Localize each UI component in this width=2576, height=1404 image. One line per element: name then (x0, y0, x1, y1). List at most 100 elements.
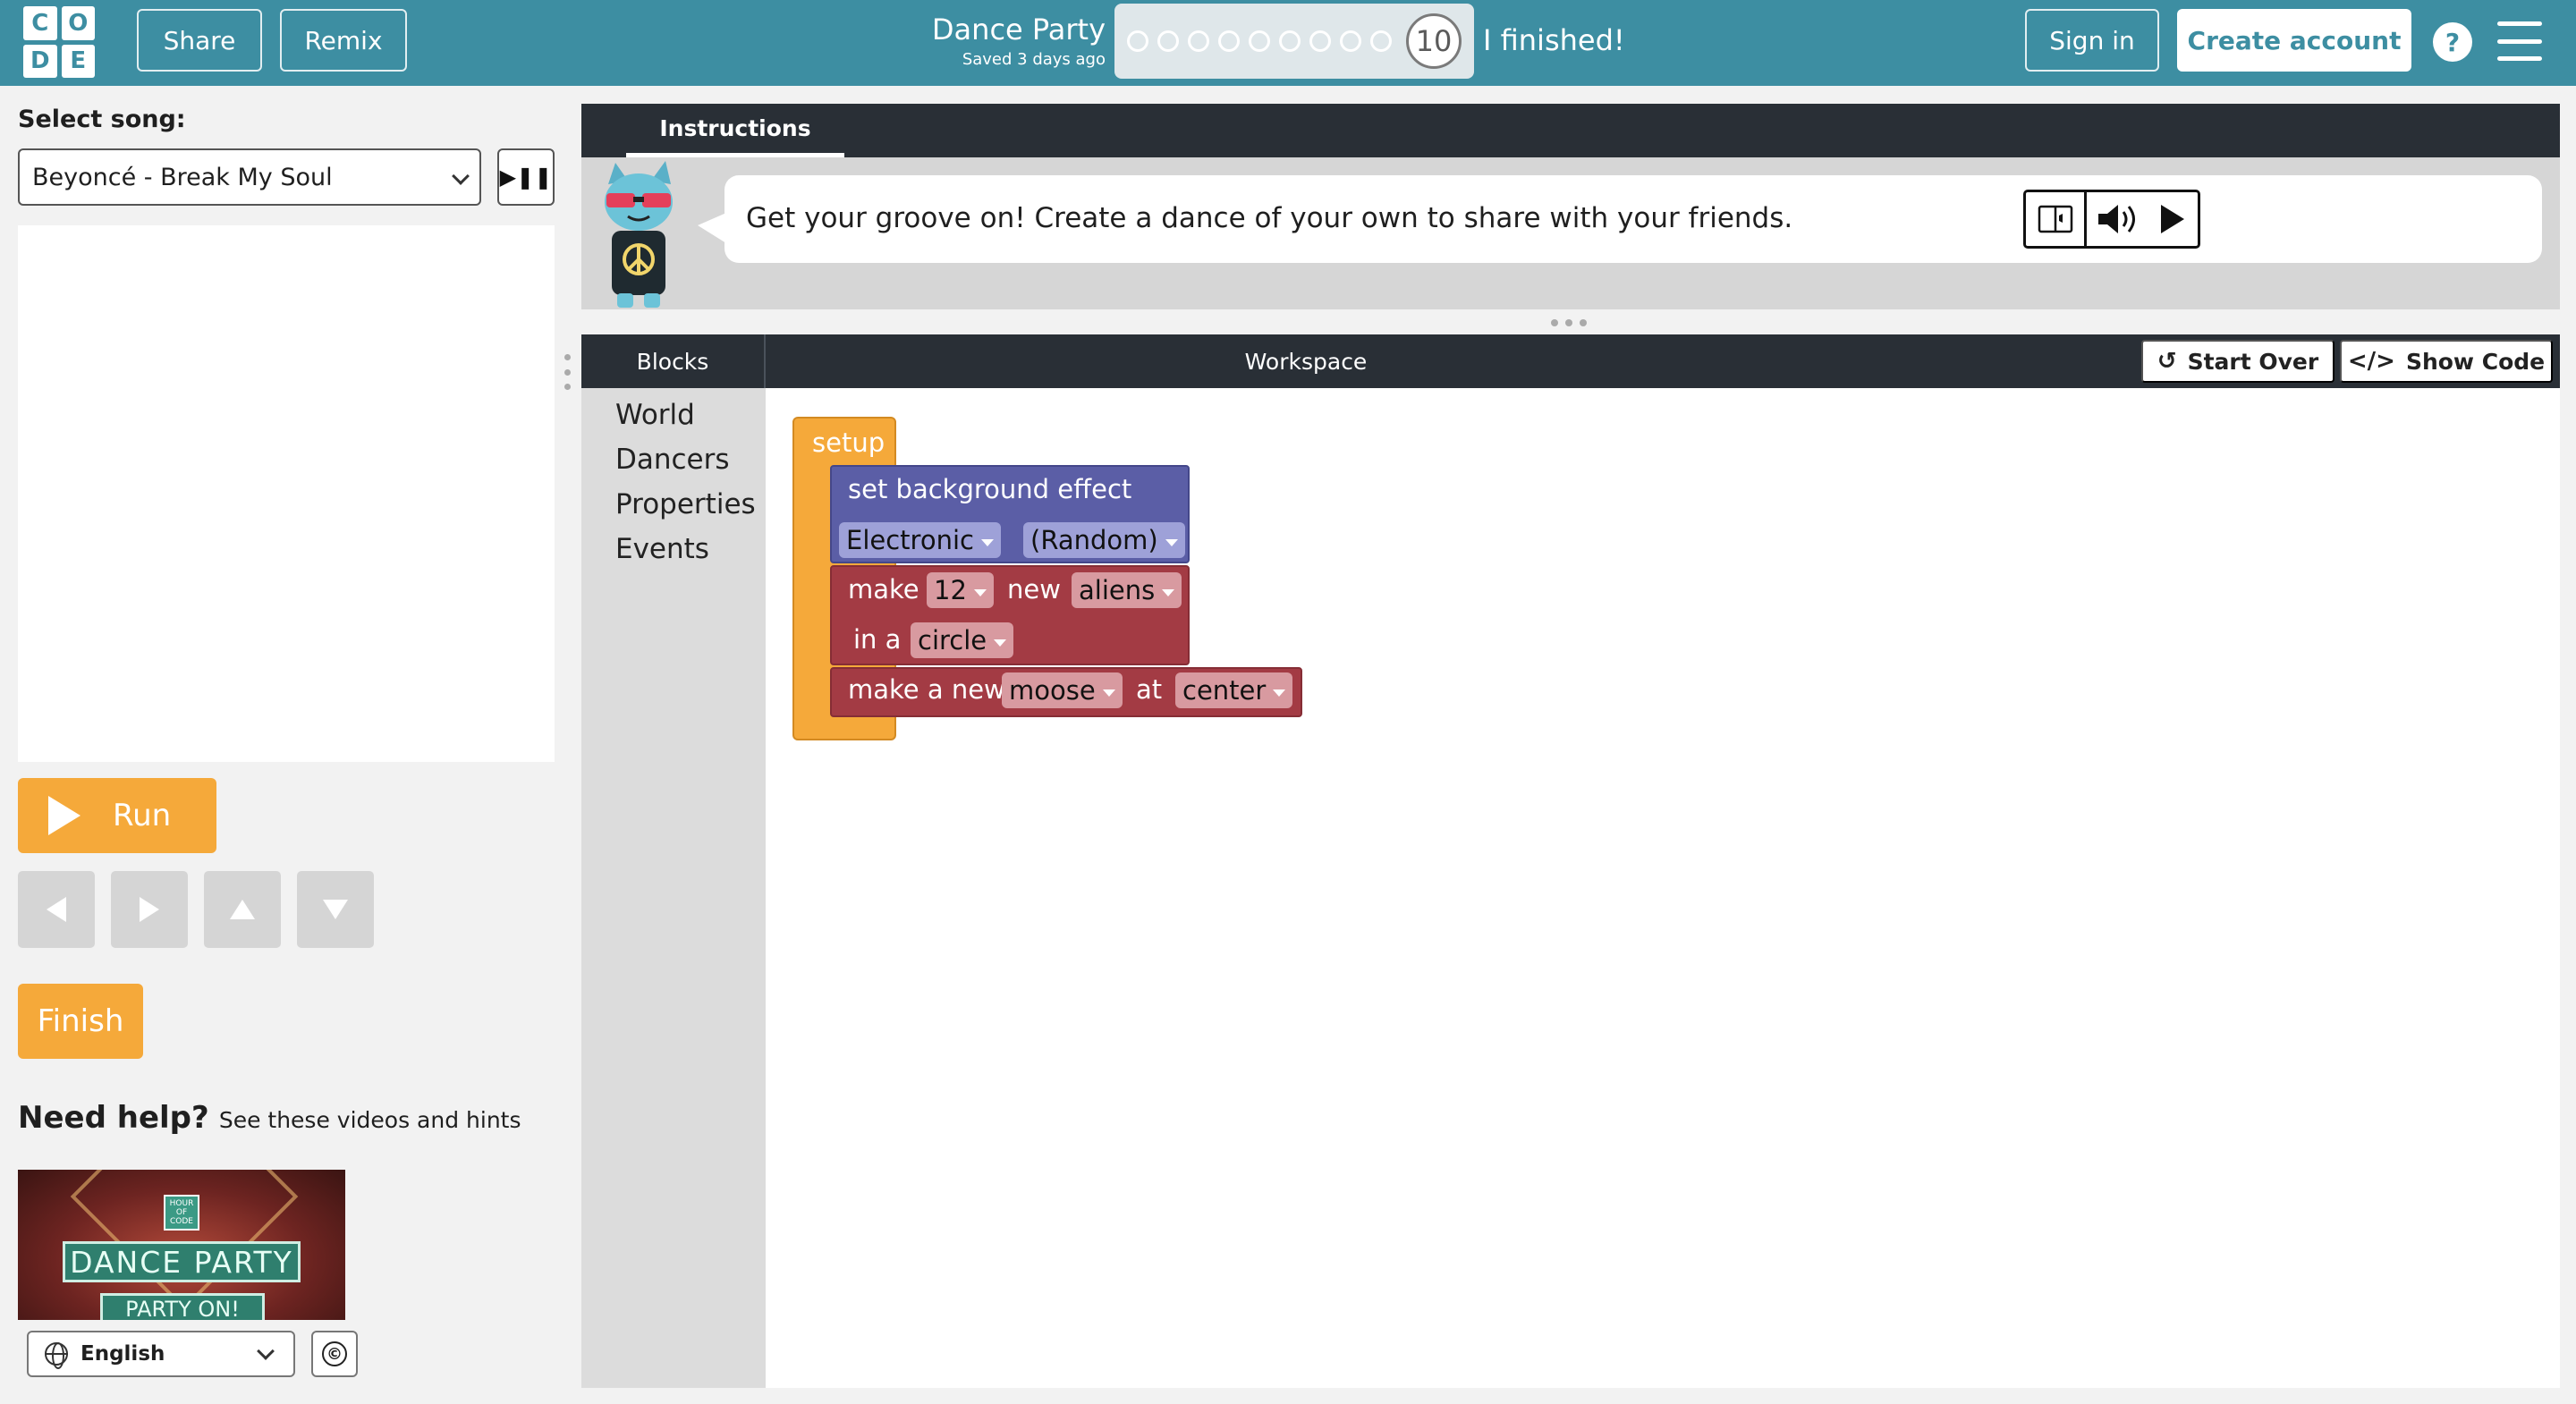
decorative-diamond (70, 1170, 299, 1311)
need-help-heading: Need help? See these videos and hints (18, 1100, 521, 1136)
dropdown-arrow-icon (1165, 539, 1178, 546)
hour-of-code-badge: HOUR OF CODE (164, 1195, 199, 1231)
dropdown-arrow-icon (973, 589, 987, 596)
blocks-header: Blocks (581, 334, 766, 388)
help-subtitle: See these videos and hints (218, 1107, 521, 1133)
progress-dot[interactable] (1279, 30, 1301, 52)
copyright-icon: © (322, 1341, 347, 1366)
chevron-down-icon (452, 167, 470, 185)
logo-letter-d: D (23, 44, 57, 78)
set-background-effect-label: set background effect (848, 474, 1132, 504)
in-a-label: in a (853, 624, 902, 655)
start-over-label: Start Over (2187, 348, 2319, 375)
song-select[interactable]: Beyoncé - Break My Soul (18, 148, 481, 206)
up-arrow-button[interactable] (204, 871, 281, 948)
remix-button[interactable]: Remix (280, 9, 407, 72)
down-arrow-button[interactable] (297, 871, 374, 948)
share-button[interactable]: Share (137, 9, 262, 72)
play-audio-button[interactable] (2148, 192, 2198, 246)
category-world[interactable]: World (615, 399, 695, 431)
panel-resize-handle[interactable] (564, 354, 571, 390)
tab-instructions[interactable]: Instructions (626, 104, 844, 157)
count-dropdown[interactable]: 12 (927, 572, 994, 608)
arrow-left-icon (47, 897, 66, 922)
create-account-button[interactable]: Create account (2177, 9, 2411, 72)
workspace-header: Blocks Workspace ↺ Start Over </> Show C… (581, 334, 2560, 388)
instructions-panel: Instructions Get your groove on! Create … (581, 104, 2560, 309)
hamburger-menu-icon[interactable] (2497, 21, 2542, 61)
copyright-button[interactable]: © (311, 1331, 358, 1377)
speaker-icon (2098, 205, 2135, 233)
show-code-label: Show Code (2405, 348, 2546, 375)
layout-dropdown[interactable]: circle (911, 622, 1014, 658)
instructions-resize-handle[interactable] (1551, 319, 1587, 326)
dance-stage (18, 225, 555, 762)
progress-dot[interactable] (1188, 30, 1209, 52)
run-label: Run (113, 798, 172, 833)
instructions-header: Instructions (581, 104, 2560, 157)
dropdown-arrow-icon (980, 539, 994, 546)
reset-icon: ↺ (2157, 348, 2177, 375)
help-icon[interactable]: ? (2433, 22, 2472, 62)
dropdown-arrow-icon (1273, 689, 1286, 697)
dancer-dropdown[interactable]: moose (1002, 672, 1123, 708)
category-events[interactable]: Events (615, 533, 709, 565)
help-video-thumbnail[interactable]: HOUR OF CODE DANCE PARTY PARTY ON! (18, 1170, 345, 1320)
right-arrow-button[interactable] (111, 871, 188, 948)
speaker-button[interactable] (2087, 192, 2148, 246)
language-value: English (80, 1342, 165, 1366)
progress-dot[interactable] (1309, 30, 1331, 52)
globe-icon (45, 1342, 68, 1369)
dropdown-arrow-icon (1102, 689, 1115, 697)
show-code-button[interactable]: </> Show Code (2340, 340, 2553, 383)
make-a-new-label: make a new (848, 674, 1005, 705)
play-pause-button[interactable]: ▶❚❚ (497, 148, 555, 206)
palette-dropdown[interactable]: (Random) (1023, 522, 1185, 558)
instruction-text: Get your groove on! Create a dance of yo… (746, 202, 1793, 234)
blocks-toolbox: World Dancers Properties Events (581, 388, 766, 1388)
run-button[interactable]: Run (18, 778, 216, 853)
logo-letter-c: C (23, 6, 57, 40)
progress-dot[interactable] (1127, 30, 1148, 52)
location-dropdown[interactable]: center (1175, 672, 1293, 708)
chevron-down-icon (257, 1342, 275, 1360)
progress-dot[interactable] (1370, 30, 1392, 52)
workspace-title: Workspace (1244, 348, 1368, 375)
project-title: Dance Party (931, 13, 1106, 47)
category-properties[interactable]: Properties (615, 488, 756, 520)
logo-letter-o: O (61, 6, 95, 40)
progress-dot[interactable] (1249, 30, 1270, 52)
location-value: center (1182, 675, 1267, 706)
progress-dot[interactable] (1340, 30, 1361, 52)
selected-song: Beyoncé - Break My Soul (32, 163, 333, 191)
text-to-speech-controls (2023, 190, 2200, 249)
immersive-reader-icon (2038, 205, 2072, 233)
help-title: Need help? (18, 1100, 209, 1136)
select-song-label: Select song: (18, 106, 186, 133)
video-title: DANCE PARTY (63, 1241, 301, 1282)
video-subtitle: PARTY ON! (100, 1293, 265, 1320)
dancer-group-value: aliens (1079, 575, 1156, 605)
level-progress: 10 (1114, 4, 1474, 79)
saved-status: Saved 3 days ago (962, 50, 1106, 69)
play-pause-icon: ▶❚❚ (499, 165, 553, 190)
progress-dot[interactable] (1157, 30, 1179, 52)
make-label: make (848, 574, 919, 605)
finish-button[interactable]: Finish (18, 984, 143, 1059)
arrow-down-icon (323, 900, 348, 919)
left-arrow-button[interactable] (18, 871, 95, 948)
current-level-bubble[interactable]: 10 (1406, 13, 1462, 69)
progress-dot[interactable] (1218, 30, 1240, 52)
top-header: C O D E Share Remix Dance Party Saved 3 … (0, 0, 2576, 86)
reading-mode-button[interactable] (2026, 192, 2087, 246)
effect-value: Electronic (846, 525, 974, 555)
language-select[interactable]: English (27, 1331, 295, 1377)
effect-dropdown[interactable]: Electronic (839, 522, 1001, 558)
palette-value: (Random) (1030, 525, 1158, 555)
sign-in-button[interactable]: Sign in (2025, 9, 2159, 72)
dancer-group-dropdown[interactable]: aliens (1072, 572, 1182, 608)
start-over-button[interactable]: ↺ Start Over (2141, 340, 2334, 383)
finished-link[interactable]: I finished! (1483, 23, 1625, 57)
code-org-logo[interactable]: C O D E (23, 6, 95, 78)
category-dancers[interactable]: Dancers (615, 444, 730, 476)
